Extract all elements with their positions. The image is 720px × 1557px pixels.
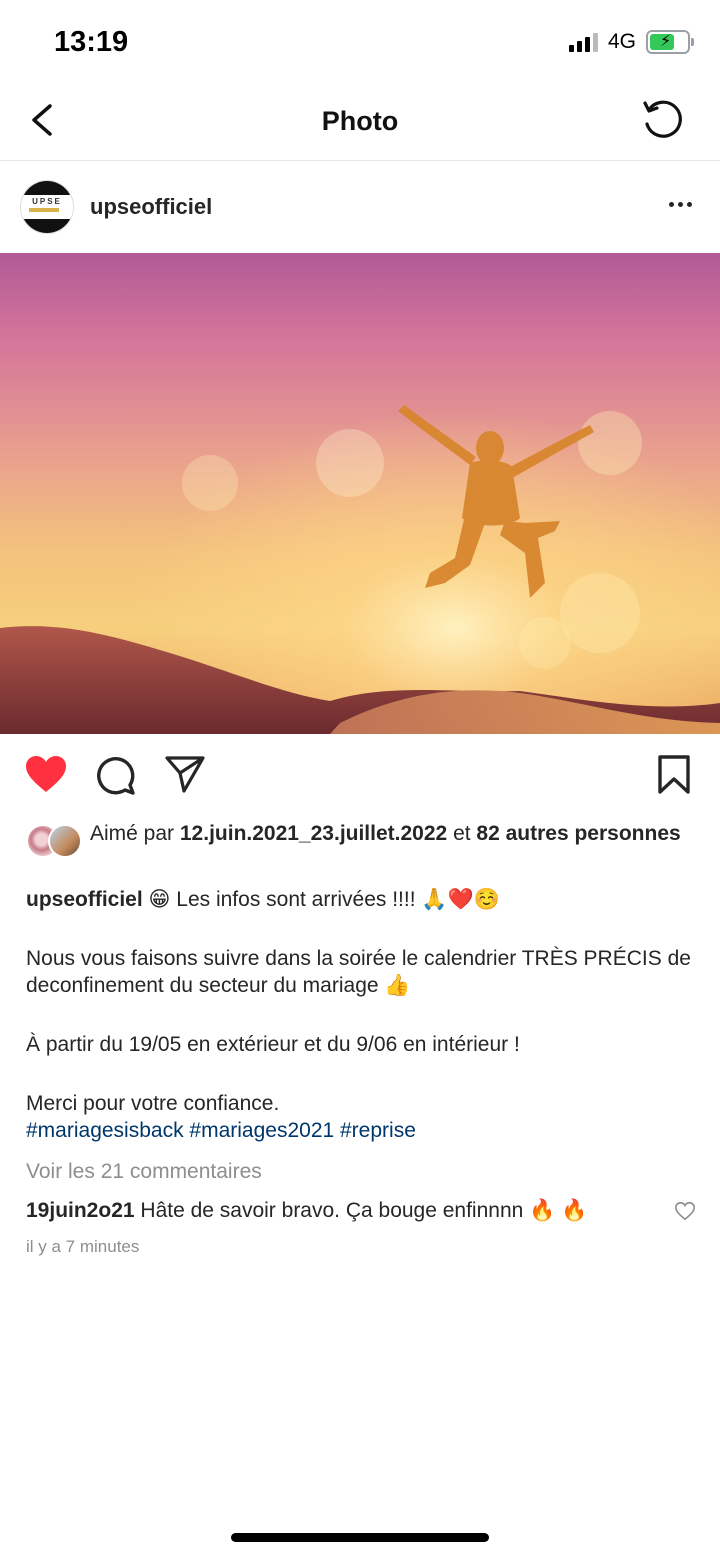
page-title: Photo: [321, 106, 399, 136]
post-image[interactable]: [0, 253, 720, 734]
caption-hashtags[interactable]: #mariagesisback #mariages2021 #reprise: [26, 1117, 696, 1144]
heart-outline-icon[interactable]: [674, 1200, 696, 1222]
sunset-jump-illustration: [0, 253, 720, 734]
comment-text: Hâte de savoir bravo. Ça bouge enfinnnn …: [134, 1199, 588, 1222]
status-time: 13:19: [54, 26, 129, 58]
more-horizontal-icon[interactable]: [669, 202, 692, 207]
caption-line: Nous vous faisons suivre dans la soirée …: [26, 947, 691, 997]
avatar[interactable]: UPSE: [20, 180, 74, 234]
nav-bar: Photo: [0, 88, 720, 161]
likes-prefix: Aimé par: [90, 822, 175, 845]
comment-timestamp: il y a 7 minutes: [26, 1237, 140, 1256]
liker-avatars: [26, 824, 82, 858]
share-icon[interactable]: [164, 754, 206, 794]
comment-item: 19juin2o21 Hâte de savoir bravo. Ça boug…: [26, 1197, 646, 1224]
post-username[interactable]: upseofficiel: [90, 194, 212, 220]
status-indicators: 4G ⚡: [568, 30, 694, 54]
caption-username[interactable]: upseofficiel: [26, 888, 143, 911]
comment-username[interactable]: 19juin2o21: [26, 1199, 135, 1222]
likes-others[interactable]: 82 autres personnes: [476, 822, 680, 845]
caption-line: 😁 Les infos sont arrivées !!!! 🙏❤️☺️: [142, 888, 500, 911]
battery-icon: ⚡: [646, 30, 694, 54]
avatar: [48, 824, 82, 858]
caption-line: À partir du 19/05 en extérieur et du 9/0…: [26, 1033, 520, 1056]
liker-username[interactable]: 12.juin.2021_23.juillet.2022: [180, 822, 447, 845]
heart-filled-icon[interactable]: [24, 754, 68, 794]
bookmark-icon[interactable]: [656, 754, 692, 796]
home-indicator[interactable]: [231, 1533, 489, 1542]
view-all-comments-link[interactable]: Voir les 21 commentaires: [26, 1160, 262, 1184]
post-caption: upseofficiel 😁 Les infos sont arrivées !…: [26, 886, 696, 1144]
avatar-logo-text: UPSE: [32, 197, 62, 206]
post-actions: [0, 746, 720, 806]
likes-connector: et: [453, 822, 471, 845]
status-bar: 13:19 4G ⚡: [0, 0, 720, 88]
refresh-icon[interactable]: [640, 98, 686, 144]
post-header: UPSE upseofficiel: [0, 162, 720, 252]
caption-line: Merci pour votre confiance.: [26, 1092, 280, 1115]
signal-icon: [568, 32, 598, 52]
network-type: 4G: [607, 30, 636, 53]
comment-icon[interactable]: [95, 754, 137, 796]
likes-summary[interactable]: Aimé par 12.juin.2021_23.juillet.2022 et…: [26, 820, 696, 858]
